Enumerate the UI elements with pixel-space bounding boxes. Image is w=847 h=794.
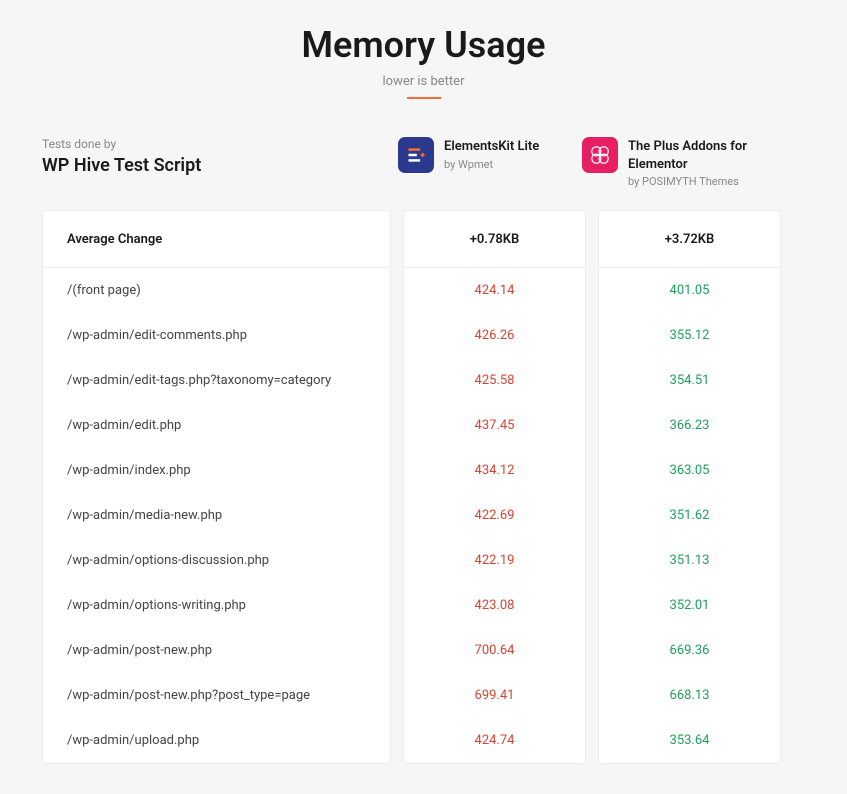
theplus-icon [582,137,618,173]
products-row: Tests done by WP Hive Test Script Elemen… [0,117,847,210]
path-cell: /wp-admin/options-writing.php [43,583,390,628]
value-cell: 425.58 [404,358,585,403]
path-column: Average Change /(front page)/wp-admin/ed… [42,210,391,764]
value-cell: 699.41 [404,673,585,718]
product-info: The Plus Addons for Elementor by POSIMYT… [628,137,790,188]
path-cell: /wp-admin/post-new.php?post_type=page [43,673,390,718]
value-cell: 354.51 [599,358,780,403]
path-cell: /wp-admin/options-discussion.php [43,538,390,583]
value-cell: 353.64 [599,718,780,763]
path-cell: /wp-admin/index.php [43,448,390,493]
value-column-1: +0.78KB 424.14426.26425.58437.45434.1242… [403,210,586,764]
value-cell: 401.05 [599,268,780,313]
value-column-2: +3.72KB 401.05355.12354.51366.23363.0535… [598,210,781,764]
avg-change-value-1: +0.78KB [404,211,585,268]
path-cell: /wp-admin/edit.php [43,403,390,448]
value-cell: 668.13 [599,673,780,718]
elementskit-icon [398,137,434,173]
tests-by-name: WP Hive Test Script [42,155,398,176]
page-header: Memory Usage lower is better [0,0,847,117]
value-cell: 422.19 [404,538,585,583]
product-theplus: The Plus Addons for Elementor by POSIMYT… [582,137,798,188]
value-cell: 422.69 [404,493,585,538]
product-author: by POSIMYTH Themes [628,175,790,188]
product-author: by Wpmet [444,158,539,171]
path-cell: /wp-admin/edit-tags.php?taxonomy=categor… [43,358,390,403]
value-cell: 355.12 [599,313,780,358]
product-name: The Plus Addons for Elementor [628,138,790,173]
value-cell: 363.05 [599,448,780,493]
value-cell: 437.45 [404,403,585,448]
product-elementskit: ElementsKit Lite by Wpmet [398,137,582,173]
avg-change-value-2: +3.72KB [599,211,780,268]
value-cell: 366.23 [599,403,780,448]
tests-by-label: Tests done by [42,137,398,151]
comparison-table: Average Change /(front page)/wp-admin/ed… [0,210,847,794]
avg-change-label: Average Change [43,211,390,268]
value-cell: 352.01 [599,583,780,628]
page-title: Memory Usage [0,24,847,66]
path-cell: /wp-admin/upload.php [43,718,390,763]
path-cell: /wp-admin/post-new.php [43,628,390,673]
value-cell: 669.36 [599,628,780,673]
value-cell: 424.74 [404,718,585,763]
page-subtitle: lower is better [0,74,847,89]
value-cell: 351.13 [599,538,780,583]
path-cell: /wp-admin/media-new.php [43,493,390,538]
path-cell: /wp-admin/edit-comments.php [43,313,390,358]
value-cell: 434.12 [404,448,585,493]
accent-divider [407,97,441,99]
value-cell: 700.64 [404,628,585,673]
product-info: ElementsKit Lite by Wpmet [444,137,539,171]
value-cell: 423.08 [404,583,585,628]
value-cell: 424.14 [404,268,585,313]
path-cell: /(front page) [43,268,390,313]
tests-by-block: Tests done by WP Hive Test Script [42,137,398,176]
value-cell: 351.62 [599,493,780,538]
product-name: ElementsKit Lite [444,138,539,156]
value-cell: 426.26 [404,313,585,358]
